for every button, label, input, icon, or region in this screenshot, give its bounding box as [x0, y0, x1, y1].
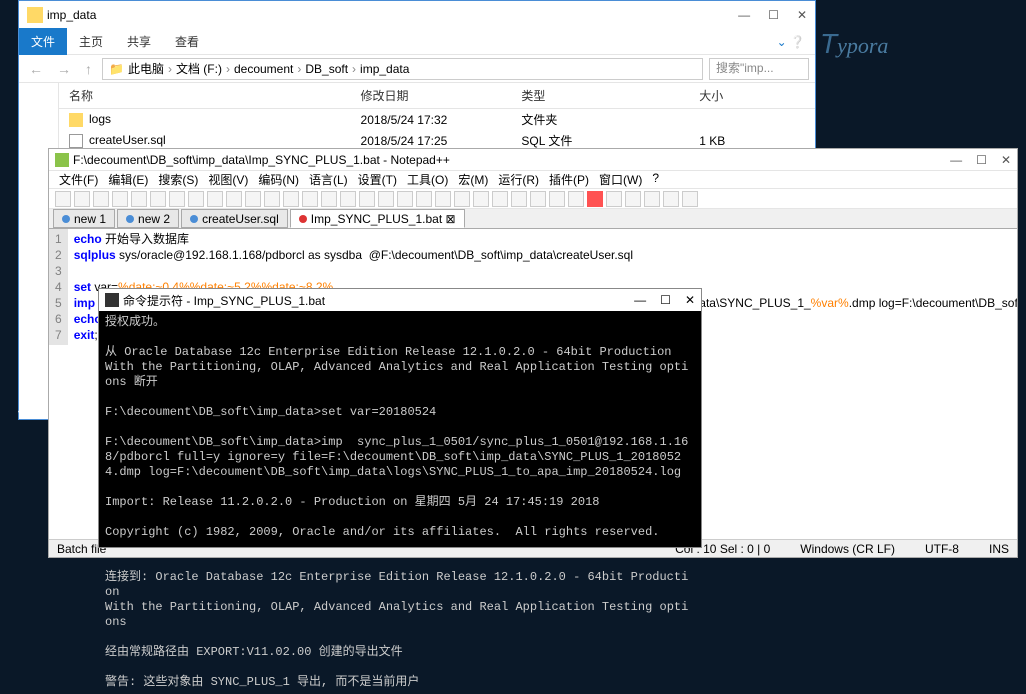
cmd-title: 命令提示符 - Imp_SYNC_PLUS_1.bat [123, 292, 325, 309]
npp-title: F:\decoument\DB_soft\imp_data\Imp_SYNC_P… [73, 153, 450, 167]
nav-up-button[interactable]: ↑ [81, 61, 96, 77]
toolbar-button[interactable] [568, 191, 584, 207]
notepadpp-icon [55, 153, 69, 167]
nav-fwd-button[interactable]: → [53, 61, 75, 77]
menu-item[interactable]: 工具(O) [403, 171, 452, 188]
ribbon-home[interactable]: 主页 [67, 28, 115, 55]
breadcrumb[interactable]: 📁 此电脑 › 文档 (F:) › decoument › DB_soft › … [102, 58, 703, 80]
toolbar-button[interactable] [150, 191, 166, 207]
cmd-output[interactable]: 授权成功。 从 Oracle Database 12c Enterprise E… [99, 311, 701, 694]
toolbar-button[interactable] [473, 191, 489, 207]
editor-tab[interactable]: new 2 [117, 209, 179, 228]
toolbar-button[interactable] [492, 191, 508, 207]
editor-tab[interactable]: new 1 [53, 209, 115, 228]
toolbar-button[interactable] [207, 191, 223, 207]
minimize-button[interactable]: — [950, 153, 962, 167]
editor-tab[interactable]: createUser.sql [181, 209, 288, 228]
toolbar-button[interactable] [264, 191, 280, 207]
toolbar-button[interactable] [530, 191, 546, 207]
table-row[interactable]: logs2018/5/24 17:32文件夹 [59, 109, 815, 131]
menu-item[interactable]: 宏(M) [454, 171, 492, 188]
menu-item[interactable]: 设置(T) [354, 171, 401, 188]
npp-tabs: new 1new 2createUser.sqlImp_SYNC_PLUS_1.… [49, 209, 1017, 229]
toolbar-button[interactable] [321, 191, 337, 207]
explorer-addressbar: ← → ↑ 📁 此电脑 › 文档 (F:) › decoument › DB_s… [19, 55, 815, 83]
minimize-button[interactable]: — [738, 8, 750, 22]
col-size[interactable]: 大小 [689, 83, 815, 109]
toolbar-button[interactable] [606, 191, 622, 207]
status-ins: INS [989, 542, 1009, 556]
maximize-button[interactable]: ☐ [768, 8, 779, 22]
toolbar-button[interactable] [93, 191, 109, 207]
menu-item[interactable]: 搜索(S) [154, 171, 202, 188]
toolbar-button[interactable] [625, 191, 641, 207]
menu-item[interactable]: 窗口(W) [595, 171, 646, 188]
toolbar-button[interactable] [340, 191, 356, 207]
menu-item[interactable]: ? [648, 171, 663, 188]
maximize-button[interactable]: ☐ [660, 293, 671, 307]
cmd-titlebar[interactable]: 命令提示符 - Imp_SYNC_PLUS_1.bat — ☐ ✕ [99, 289, 701, 311]
toolbar-button[interactable] [435, 191, 451, 207]
ribbon-share[interactable]: 共享 [115, 28, 163, 55]
toolbar-button[interactable] [511, 191, 527, 207]
toolbar-button[interactable] [359, 191, 375, 207]
toolbar-button[interactable] [245, 191, 261, 207]
toolbar-button[interactable] [644, 191, 660, 207]
explorer-ribbon: 文件 主页 共享 查看 ⌄ ❔ [19, 29, 815, 55]
menu-item[interactable]: 视图(V) [204, 171, 252, 188]
close-button[interactable]: ✕ [1001, 153, 1011, 167]
toolbar-button[interactable] [226, 191, 242, 207]
menu-item[interactable]: 文件(F) [55, 171, 102, 188]
menu-item[interactable]: 编码(N) [254, 171, 303, 188]
toolbar-button[interactable] [682, 191, 698, 207]
col-name[interactable]: 名称 [59, 83, 351, 109]
toolbar-button[interactable] [454, 191, 470, 207]
toolbar-button[interactable] [378, 191, 394, 207]
explorer-title: imp_data [47, 8, 96, 22]
status-eol: Windows (CR LF) [800, 542, 895, 556]
menu-item[interactable]: 插件(P) [545, 171, 593, 188]
col-type[interactable]: 类型 [511, 83, 689, 109]
cmd-window: 命令提示符 - Imp_SYNC_PLUS_1.bat — ☐ ✕ 授权成功。 … [98, 288, 702, 548]
toolbar-button[interactable] [112, 191, 128, 207]
toolbar-button[interactable] [302, 191, 318, 207]
search-input[interactable]: 搜索"imp... [709, 58, 809, 80]
toolbar-button[interactable] [397, 191, 413, 207]
npp-gutter: 1234567 [49, 229, 68, 345]
ribbon-view[interactable]: 查看 [163, 28, 211, 55]
npp-menubar: 文件(F)编辑(E)搜索(S)视图(V)编码(N)语言(L)设置(T)工具(O)… [49, 171, 1017, 189]
explorer-titlebar[interactable]: imp_data — ☐ ✕ [19, 1, 815, 29]
nav-back-button[interactable]: ← [25, 61, 47, 77]
toolbar-button[interactable] [74, 191, 90, 207]
maximize-button[interactable]: ☐ [976, 153, 987, 167]
menu-item[interactable]: 运行(R) [494, 171, 543, 188]
cmd-icon [105, 293, 119, 307]
typora-bg-text: Typora [820, 28, 888, 60]
menu-item[interactable]: 编辑(E) [104, 171, 152, 188]
toolbar-button[interactable] [549, 191, 565, 207]
close-button[interactable]: ✕ [797, 8, 807, 22]
npp-titlebar[interactable]: F:\decoument\DB_soft\imp_data\Imp_SYNC_P… [49, 149, 1017, 171]
close-button[interactable]: ✕ [685, 293, 695, 307]
toolbar-button[interactable] [169, 191, 185, 207]
ribbon-expand-icon[interactable]: ⌄ ❔ [767, 35, 815, 49]
col-date[interactable]: 修改日期 [351, 83, 512, 109]
toolbar-button[interactable] [283, 191, 299, 207]
toolbar-button[interactable] [663, 191, 679, 207]
minimize-button[interactable]: — [634, 293, 646, 307]
npp-toolbar [49, 189, 1017, 209]
toolbar-button[interactable] [188, 191, 204, 207]
folder-icon [27, 7, 43, 23]
toolbar-button[interactable] [587, 191, 603, 207]
toolbar-button[interactable] [131, 191, 147, 207]
status-enc: UTF-8 [925, 542, 959, 556]
toolbar-button[interactable] [416, 191, 432, 207]
menu-item[interactable]: 语言(L) [305, 171, 352, 188]
toolbar-button[interactable] [55, 191, 71, 207]
ribbon-file[interactable]: 文件 [19, 28, 67, 55]
editor-tab[interactable]: Imp_SYNC_PLUS_1.bat ⊠ [290, 209, 465, 228]
